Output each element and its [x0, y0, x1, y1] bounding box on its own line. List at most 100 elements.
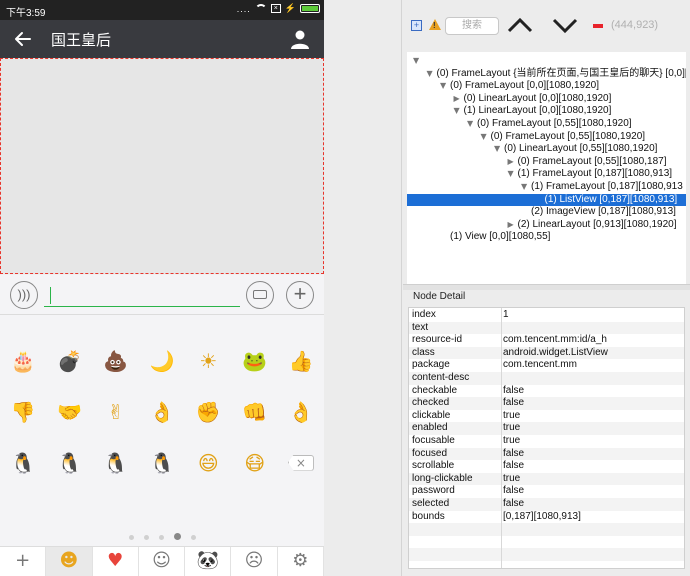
emoji-item[interactable]: 🎂 — [0, 335, 46, 386]
tree-node[interactable]: ▼ (0) FrameLayout {当前所在页面,与国王皇后的聊天} [0,0]… — [407, 68, 687, 81]
collapse-triangle-icon[interactable]: ▼ — [454, 105, 464, 118]
tree-node[interactable]: ▶ (0) LinearLayout [0,0][1080,1920] — [407, 93, 612, 106]
emoji-item[interactable]: 👍 — [278, 335, 324, 386]
emoji-glyph: ✌ — [107, 399, 125, 424]
detail-row[interactable]: focusable true — [409, 435, 684, 448]
detail-row[interactable]: text — [409, 321, 684, 335]
emoji-item[interactable]: 👊 — [231, 386, 277, 437]
tree-node[interactable]: ▼ (0) FrameLayout [0,55][1080,1920] — [407, 118, 632, 131]
person-icon[interactable] — [290, 29, 310, 49]
more-options-button[interactable]: + — [286, 281, 314, 309]
emoji-item[interactable]: ✊ — [185, 386, 231, 437]
detail-row[interactable] — [409, 523, 684, 536]
tree-node[interactable]: ▶ (0) FrameLayout [0,55][1080,187] — [407, 156, 667, 169]
tree-node[interactable]: ▼ (0) FrameLayout [0,0][1080,1920] — [407, 80, 599, 93]
emoji-item[interactable]: 🐧 — [93, 437, 139, 488]
detail-row[interactable]: enabled true — [409, 422, 684, 435]
keyboard-toggle-button[interactable] — [246, 281, 274, 309]
page-dot[interactable] — [190, 535, 196, 540]
collapse-triangle-icon[interactable]: ▼ — [427, 68, 437, 81]
detail-row[interactable]: index 1 — [409, 309, 684, 322]
expand-triangle-icon[interactable]: ▶ — [508, 156, 518, 169]
emoji-item[interactable]: 🐧 — [0, 437, 46, 488]
detail-row[interactable] — [409, 548, 684, 561]
detail-row[interactable]: class android.widget.ListView — [409, 346, 684, 360]
emoji-item[interactable]: 🐸 — [231, 335, 277, 386]
detail-row[interactable]: password false — [409, 485, 684, 498]
tree-node[interactable]: ▼ — [407, 55, 423, 68]
tree-node[interactable]: ▶ (2) LinearLayout [0,913][1080,1920] — [407, 219, 677, 232]
emoji-item[interactable]: 🤝 — [46, 386, 92, 437]
emoji-tab[interactable]: ☺ — [139, 547, 186, 576]
expand-all-icon[interactable]: + — [411, 20, 422, 31]
collapse-triangle-icon[interactable]: ▼ — [413, 55, 423, 68]
detail-row[interactable]: bounds [0,187][1080,913] — [409, 511, 684, 524]
emoji-tab[interactable]: + — [0, 547, 47, 576]
collapse-triangle-icon[interactable]: ▼ — [440, 80, 450, 93]
emoji-item[interactable]: 🐧 — [139, 437, 185, 488]
emoji-tab[interactable]: ⚙ — [278, 547, 324, 576]
emoji-glyph: 🌙 — [149, 348, 175, 373]
message-input[interactable] — [50, 287, 51, 304]
emoji-delete-button[interactable]: × — [278, 437, 324, 488]
warning-mark: ! — [433, 21, 436, 30]
emoji-item[interactable]: 🐧 — [46, 437, 92, 488]
back-arrow-icon[interactable] — [12, 28, 34, 50]
collapse-triangle-icon[interactable]: ▼ — [521, 181, 531, 194]
emoji-item[interactable]: ☀ — [185, 335, 231, 386]
previous-node-icon[interactable] — [505, 14, 535, 36]
page-dot[interactable] — [173, 533, 181, 540]
detail-row[interactable]: package com.tencent.mm — [409, 359, 684, 372]
detail-row[interactable]: clickable true — [409, 410, 684, 423]
tree-node-selected[interactable]: (1) ListView [0,187][1080,913] — [407, 193, 686, 207]
collapse-triangle-icon[interactable]: ▼ — [481, 131, 491, 144]
emoji-tab[interactable]: ☻ — [46, 547, 93, 576]
emoji-item[interactable]: 👎 — [0, 386, 46, 437]
detail-row[interactable] — [409, 561, 684, 568]
tree-node-label: (2) ImageView [0,187][1080,913] — [531, 206, 676, 218]
emoji-glyph: 😷 — [244, 450, 266, 475]
tree-node[interactable]: ▼ (0) FrameLayout [0,55][1080,1920] — [407, 131, 646, 144]
emoji-item[interactable]: ✌ — [93, 386, 139, 437]
emoji-item[interactable]: 💣 — [46, 335, 92, 386]
next-node-icon[interactable] — [550, 14, 580, 36]
tree-node[interactable]: ▼ (1) FrameLayout [0,187][1080,913] — [407, 168, 673, 181]
expand-triangle-icon[interactable]: ▶ — [454, 93, 464, 106]
emoji-tab[interactable]: ♥ — [93, 547, 139, 576]
warning-icon[interactable]: ! — [429, 19, 441, 30]
page-dot[interactable] — [143, 535, 149, 540]
detail-row[interactable]: checkable false — [409, 385, 684, 398]
collapse-triangle-icon[interactable]: ▼ — [508, 168, 518, 181]
tree-node[interactable]: (1) View [0,0][1080,55] — [407, 231, 550, 244]
detail-row[interactable] — [409, 536, 684, 549]
message-list[interactable] — [0, 58, 324, 274]
detail-key: password — [412, 485, 455, 497]
emoji-tab[interactable]: 🐼 — [185, 547, 232, 576]
emoji-item[interactable]: 💩 — [93, 335, 139, 386]
collapse-triangle-icon[interactable]: ▼ — [467, 118, 477, 131]
clear-icon[interactable] — [593, 24, 603, 28]
tree-node[interactable]: (2) ImageView [0,187][1080,913] — [407, 206, 676, 219]
detail-row[interactable]: scrollable false — [409, 460, 684, 473]
detail-row[interactable]: checked false — [409, 397, 684, 410]
emoji-item[interactable]: 😷 — [231, 437, 277, 488]
detail-row[interactable]: content-desc — [409, 372, 684, 385]
detail-row[interactable]: selected false — [409, 498, 684, 511]
page-dot[interactable] — [128, 535, 134, 540]
detail-row[interactable]: resource-id com.tencent.mm:id/a_h — [409, 334, 684, 347]
detail-row[interactable]: long-clickable true — [409, 472, 684, 486]
emoji-tab[interactable]: ☹ — [231, 547, 278, 576]
emoji-item[interactable]: 👌 — [139, 386, 185, 437]
tree-node[interactable]: ▼ (1) FrameLayout [0,187][1080,913 — [407, 181, 683, 194]
collapse-triangle-icon[interactable]: ▼ — [494, 143, 504, 156]
emoji-item[interactable]: 🌙 — [139, 335, 185, 386]
emoji-item[interactable]: 😄 — [185, 437, 231, 488]
emoji-item[interactable]: 👌 — [278, 386, 324, 437]
expand-triangle-icon[interactable]: ▶ — [508, 219, 518, 232]
page-dot[interactable] — [158, 535, 164, 540]
tree-node[interactable]: ▼ (0) LinearLayout [0,55][1080,1920] — [407, 143, 657, 156]
tree-node[interactable]: ▼ (1) LinearLayout [0,0][1080,1920] — [407, 105, 612, 118]
detail-row[interactable]: focused false — [409, 447, 684, 461]
search-input[interactable]: 搜索 — [445, 17, 499, 35]
voice-input-button[interactable]: ))) — [10, 281, 38, 309]
